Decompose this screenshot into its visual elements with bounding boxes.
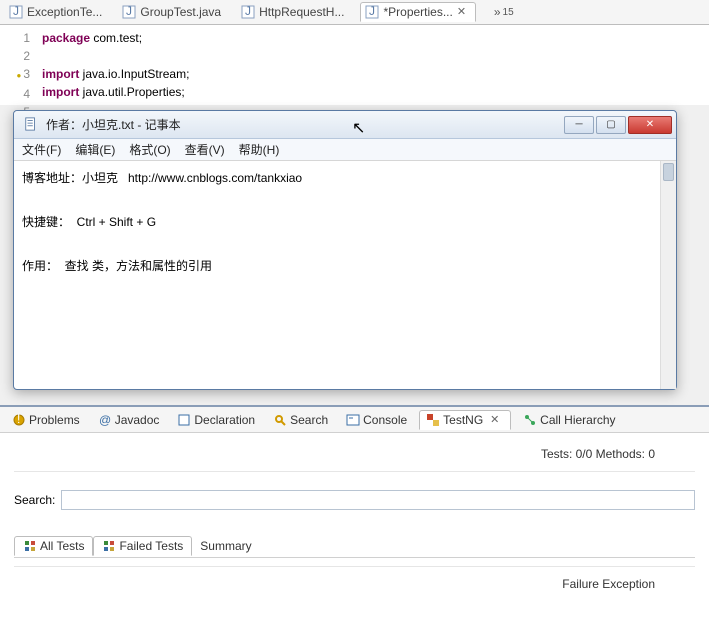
views-tab-bar: !Problems @Javadoc Declaration Search Co… [0, 407, 709, 433]
code-editor[interactable]: 1 2 3 4 5 package com.test; import java.… [0, 25, 709, 105]
editor-tab-exception[interactable]: J ExceptionTe... [5, 3, 106, 21]
editor-tab-httprequest[interactable]: J HttpRequestH... [237, 3, 348, 21]
declaration-icon [177, 413, 191, 427]
tab-search[interactable]: Search [267, 411, 334, 429]
line-gutter: 1 2 3 4 5 [0, 25, 36, 105]
tab-call-hierarchy[interactable]: Call Hierarchy [517, 411, 621, 429]
notepad-icon [24, 117, 40, 133]
problems-icon: ! [12, 413, 26, 427]
editor-tab-properties[interactable]: J *Properties... ✕ [360, 2, 475, 22]
tab-summary[interactable]: Summary [192, 537, 259, 555]
notepad-text-area[interactable]: 博客地址：小坦克 http://www.cnblogs.com/tankxiao… [14, 161, 676, 389]
test-status: Tests: 0/0 Methods: 0 [14, 441, 695, 472]
menu-format[interactable]: 格式(O) [129, 141, 170, 158]
mouse-cursor-icon: ↖ [352, 118, 365, 138]
svg-text:!: ! [17, 413, 20, 426]
minimize-button[interactable]: ─ [564, 116, 594, 134]
svg-text:J: J [245, 5, 251, 18]
views-panel: !Problems @Javadoc Declaration Search Co… [0, 405, 709, 631]
tests-icon [102, 539, 116, 553]
editor-tab-label: ExceptionTe... [27, 5, 102, 19]
tab-failed-tests[interactable]: Failed Tests [93, 536, 192, 556]
java-file-icon: J [9, 5, 23, 19]
menu-file[interactable]: 文件(F) [22, 141, 61, 158]
tab-console[interactable]: Console [340, 411, 413, 429]
java-file-icon: J [122, 5, 136, 19]
editor-tab-grouptest[interactable]: J GroupTest.java [118, 3, 225, 21]
tests-icon [23, 539, 37, 553]
menu-view[interactable]: 查看(V) [185, 141, 225, 158]
vertical-scrollbar[interactable] [660, 161, 676, 389]
tab-javadoc[interactable]: @Javadoc [92, 411, 166, 429]
close-button[interactable]: ✕ [628, 116, 672, 134]
menu-edit[interactable]: 编辑(E) [75, 141, 115, 158]
search-icon [273, 413, 287, 427]
code-content[interactable]: package com.test; import java.io.InputSt… [36, 25, 195, 105]
search-label: Search: [14, 493, 55, 507]
editor-tab-label: GroupTest.java [140, 5, 221, 19]
scroll-thumb[interactable] [663, 163, 674, 181]
notepad-window: 作者：小坦克.txt - 记事本 ↖ ─ ▢ ✕ 文件(F) 编辑(E) 格式(… [13, 110, 677, 390]
overflow-count: 15 [503, 7, 514, 18]
tab-all-tests[interactable]: All Tests [14, 536, 93, 556]
console-icon [346, 413, 360, 427]
editor-tab-label: HttpRequestH... [259, 5, 344, 19]
window-title: 作者：小坦克.txt - 记事本 [46, 116, 564, 133]
testng-view: Tests: 0/0 Methods: 0 Search: All Tests … [0, 433, 709, 599]
tab-overflow-button[interactable]: »15 [494, 5, 514, 19]
result-tab-bar: All Tests Failed Tests Summary [14, 534, 695, 558]
svg-text:J: J [369, 5, 375, 18]
tab-declaration[interactable]: Declaration [171, 411, 261, 429]
call-hierarchy-icon [523, 413, 537, 427]
titlebar[interactable]: 作者：小坦克.txt - 记事本 ↖ ─ ▢ ✕ [14, 111, 676, 139]
failure-exception-label: Failure Exception [14, 566, 695, 591]
javadoc-icon: @ [98, 413, 112, 427]
java-file-icon: J [241, 5, 255, 19]
testng-icon [426, 413, 440, 427]
maximize-button[interactable]: ▢ [596, 116, 626, 134]
svg-text:@: @ [99, 413, 111, 427]
svg-text:J: J [13, 5, 19, 18]
tab-testng[interactable]: TestNG✕ [419, 410, 511, 430]
editor-tab-label: *Properties... [383, 5, 452, 19]
chevron-right-icon: » [494, 5, 501, 19]
menubar: 文件(F) 编辑(E) 格式(O) 查看(V) 帮助(H) [14, 139, 676, 161]
svg-text:J: J [126, 5, 132, 18]
search-input[interactable] [61, 490, 695, 510]
editor-tab-bar: J ExceptionTe... J GroupTest.java J Http… [0, 0, 709, 25]
close-icon[interactable]: ✕ [457, 5, 471, 19]
menu-help[interactable]: 帮助(H) [239, 141, 280, 158]
tab-problems[interactable]: !Problems [6, 411, 86, 429]
close-icon[interactable]: ✕ [490, 413, 504, 427]
java-file-icon: J [365, 5, 379, 19]
